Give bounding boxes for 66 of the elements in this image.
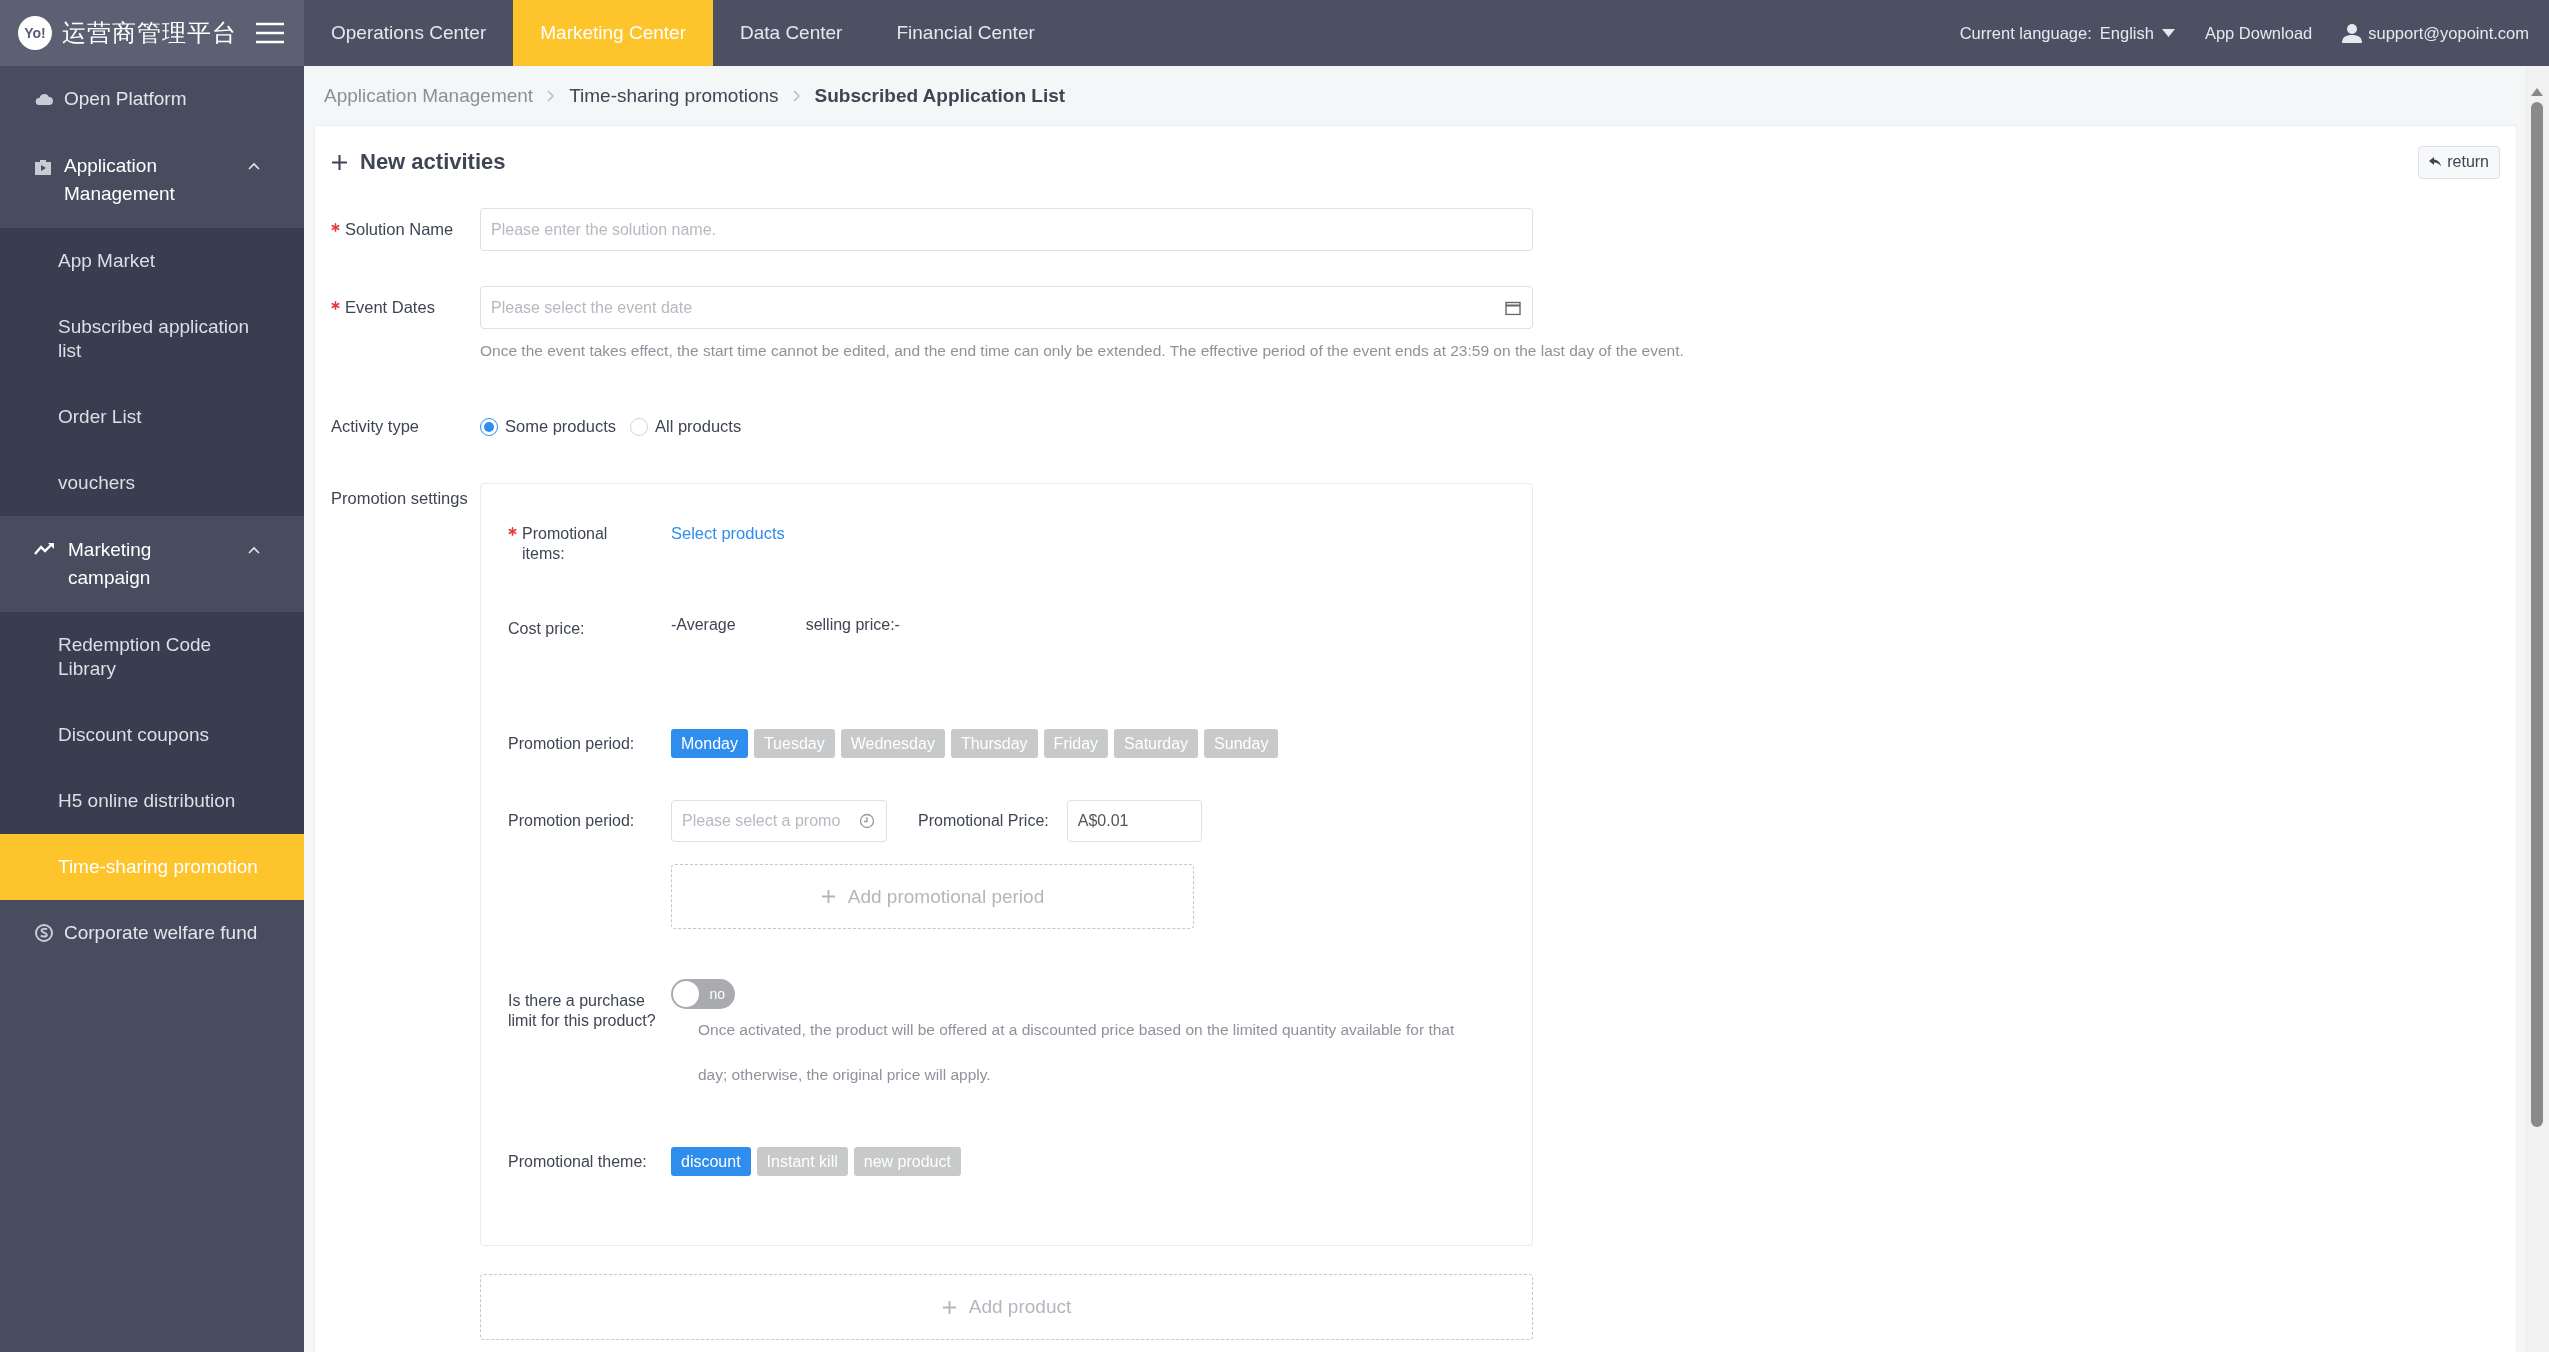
logo-text: 运营商管理平台	[62, 18, 238, 48]
plus-icon	[941, 1299, 957, 1315]
breadcrumb-item[interactable]: Time-sharing promotions	[569, 84, 779, 107]
radio-label[interactable]: All products	[655, 417, 742, 436]
language-label: Current language:	[1959, 23, 2092, 43]
sidebar-item[interactable]: H5 online distribution	[0, 768, 304, 834]
user-email[interactable]: support@yopoint.com	[2368, 23, 2529, 43]
date-input[interactable]: Please select the event date	[480, 286, 1533, 329]
return-button[interactable]: return	[2418, 145, 2500, 179]
bag-icon	[34, 158, 52, 176]
nav-tab[interactable]: Data Center	[713, 0, 870, 66]
selling-price-text: selling price:-	[805, 616, 900, 634]
field-label: Promotion period:	[508, 733, 636, 754]
sidebar-item[interactable]: App Market	[0, 228, 304, 294]
arrow-up-icon[interactable]	[2531, 88, 2543, 96]
sidebar-item[interactable]: Discount coupons	[0, 702, 304, 768]
breadcrumb-item: Subscribed Application List	[814, 84, 1066, 107]
day-chip[interactable]: Monday	[671, 729, 748, 758]
field-label: Activity type	[331, 417, 421, 436]
select-products-link[interactable]: Select products	[671, 524, 785, 543]
reply-icon	[2429, 157, 2442, 167]
caret-icon[interactable]	[2161, 29, 2175, 37]
field-label: Solution Name	[345, 220, 454, 239]
menu-icon[interactable]	[256, 22, 284, 44]
language-selector[interactable]: English	[2099, 23, 2154, 43]
cloud-icon	[34, 92, 54, 106]
logo-mark: Yo!	[18, 16, 52, 50]
sidebar-group[interactable]: Marketing campaign	[0, 516, 304, 612]
app-download-link[interactable]: App Download	[2204, 23, 2313, 43]
radio-label[interactable]: Some products	[505, 417, 616, 436]
field-label: Is there a purchase limit for this product?	[508, 991, 656, 1031]
sidebar-item[interactable]: Corporate welfare fund	[0, 900, 304, 966]
clock-icon	[859, 813, 875, 829]
sidebar-item[interactable]: Open Platform	[0, 66, 304, 132]
trend-icon	[34, 542, 56, 556]
coin-icon	[34, 923, 54, 943]
separator-icon	[547, 89, 556, 102]
sidebar-group[interactable]: Application Management	[0, 132, 304, 228]
nav-tab[interactable]: Financial Center	[869, 0, 1062, 66]
sidebar-item[interactable]: Redemption Code Library	[0, 612, 304, 702]
radio-button[interactable]	[480, 417, 498, 436]
field-label: Promotional Price:	[918, 812, 1049, 830]
hint-text: Once the event takes effect, the start time cannot be edited, and the end time can only be extended. The effective period of the event ends at 23:59 on the last day of the event.	[480, 341, 1684, 361]
hint-text: Once activated, the product will be offered at a discounted price based on the limited quantity available for that day; otherwise, the original price will apply.	[698, 1020, 1456, 1085]
time-input[interactable]: Please select a promo	[671, 800, 887, 842]
page-title: New activities	[360, 149, 507, 175]
theme-chip[interactable]: discount	[671, 1147, 751, 1176]
field-label: Promotion period:	[508, 811, 636, 831]
field-label: Cost price:	[508, 619, 586, 639]
sidebar-item[interactable]: vouchers	[0, 450, 304, 516]
scrollbar[interactable]	[2525, 66, 2549, 1352]
field-label: Promotional theme:	[508, 1151, 648, 1172]
separator-icon	[792, 89, 801, 102]
plus-icon	[331, 153, 348, 171]
field-label: Event Dates	[345, 298, 435, 317]
nav-tab[interactable]: Operations Center	[304, 0, 514, 66]
field-label: Promotional items:	[522, 524, 609, 564]
solution-name-input[interactable]: Please enter the solution name.	[480, 208, 1533, 251]
sidebar-item[interactable]: Subscribed application list	[0, 294, 304, 384]
price-input[interactable]: A$0.01	[1066, 800, 1202, 842]
user-icon	[2342, 23, 2363, 43]
field-label: Promotion settings	[331, 489, 469, 508]
sidebar-item[interactable]: Order List	[0, 384, 304, 450]
plus-icon	[820, 889, 836, 904]
calendar-icon	[1505, 300, 1521, 315]
cost-price-value: -Average	[671, 616, 736, 634]
